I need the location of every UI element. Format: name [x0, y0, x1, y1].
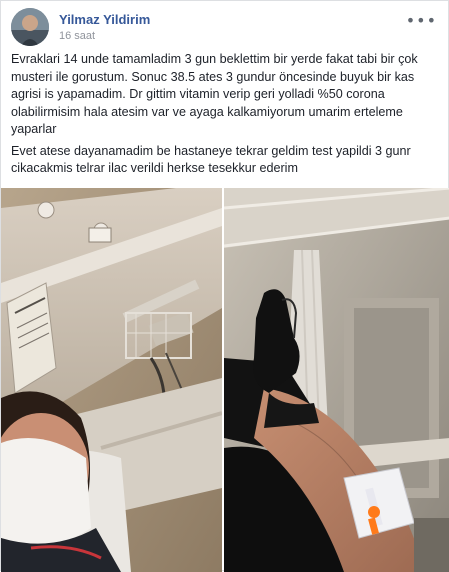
facebook-post: Yilmaz Yildirim 16 saat ••• Evraklari 14…: [0, 0, 449, 572]
post-header: Yilmaz Yildirim 16 saat •••: [9, 7, 441, 46]
author-name-link[interactable]: Yilmaz Yildirim: [59, 12, 150, 27]
post-paragraph-2: Evet atese dayanamadim be hastaneye tekr…: [11, 143, 411, 176]
photo-hospital-bed-selfie[interactable]: [1, 188, 222, 572]
more-options-icon[interactable]: •••: [406, 11, 437, 30]
post-paragraph-1: Evraklari 14 unde tamamladim 3 gun bekle…: [11, 52, 418, 136]
photo-arm-iv-cannula[interactable]: [224, 188, 449, 572]
post-timestamp[interactable]: 16 saat: [59, 30, 95, 42]
author-avatar[interactable]: [11, 8, 49, 46]
post-text: Evraklari 14 unde tamamladim 3 gun bekle…: [11, 51, 439, 182]
photo-grid: [1, 188, 449, 572]
